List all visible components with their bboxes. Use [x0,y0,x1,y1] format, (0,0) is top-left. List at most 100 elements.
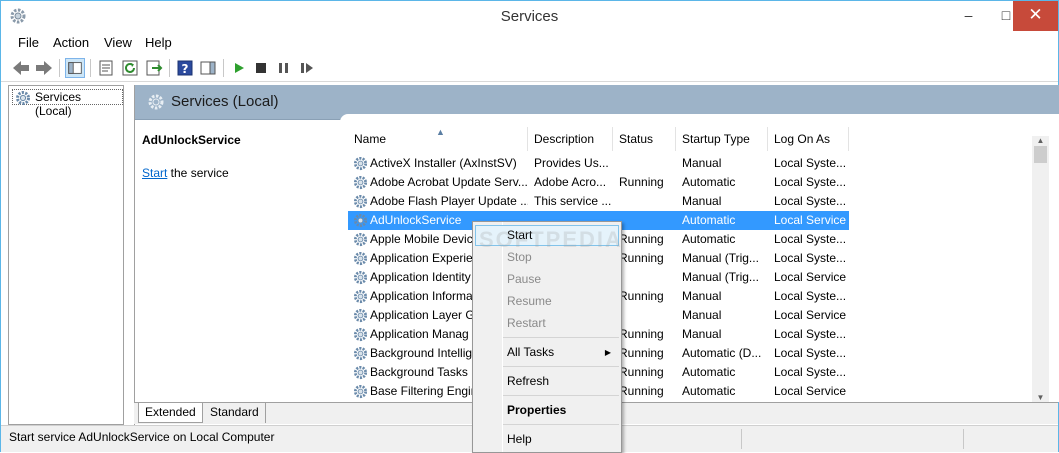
description-action: Start the service [142,166,229,180]
status-separator [741,429,742,449]
services-list: ▲ Name Description Status Startup Type L… [348,120,1059,402]
table-row[interactable]: Adobe Acrobat Update Serv... Adobe Acro..… [348,173,849,192]
vertical-scrollbar[interactable]: ▲ ▼ [1032,136,1049,402]
toolbar: ? [1,54,1058,82]
menu-view[interactable]: View [104,35,132,50]
submenu-arrow-icon: ▶ [604,348,611,357]
start-service-link[interactable]: Start [142,166,167,180]
service-gear-icon [353,156,368,171]
service-description-cell: Adobe Acro... [534,175,607,189]
action-pane-icon[interactable] [198,58,218,78]
service-status-cell: Running [619,346,664,360]
restart-icon[interactable] [297,58,317,78]
back-icon[interactable] [11,58,31,78]
column-header-startup-type[interactable]: Startup Type [676,127,768,151]
service-logon-cell: Local Service [774,270,847,284]
table-row[interactable]: ActiveX Installer (AxInstSV) Provides Us.… [348,154,849,173]
export-list-icon[interactable] [144,58,164,78]
service-logon-cell: Local Service [774,308,847,322]
selected-service-name: AdUnlockService [142,133,241,147]
service-description-cell: Provides Us... [534,156,609,170]
service-status-cell: Running [619,289,664,303]
service-status-cell: Running [619,232,664,246]
menu-bar: File Action View Help [1,32,1058,54]
service-startup-cell: Automatic [682,175,736,189]
context-menu-separator [503,395,619,396]
service-startup-cell: Manual [682,156,722,170]
services-window: Services – □ ✕ File Action View Help ? S… [0,0,1059,453]
service-gear-icon [353,384,368,399]
context-menu-resume[interactable]: Resume [475,291,619,312]
service-startup-cell: Automatic [682,232,736,246]
tree-item-services-local[interactable]: Services (Local) [12,89,123,118]
close-button[interactable]: ✕ [1013,1,1058,31]
column-header-description[interactable]: Description [528,127,613,151]
minimize-button[interactable]: – [946,1,991,31]
column-header-log-on-as[interactable]: Log On As [768,127,849,151]
forward-icon[interactable] [34,58,54,78]
service-logon-cell: Local Syste... [774,365,847,379]
scroll-down-icon[interactable]: ▼ [1032,393,1049,402]
pause-icon[interactable] [274,58,294,78]
service-startup-cell: Automatic (D... [682,346,762,360]
tab-extended[interactable]: Extended [138,403,203,423]
context-menu-separator [503,366,619,367]
service-gear-icon [353,251,368,266]
context-menu-all-tasks[interactable]: All Tasks ▶ [475,342,619,363]
scroll-up-icon[interactable]: ▲ [1032,136,1049,145]
context-menu-help[interactable]: Help [475,429,619,450]
service-startup-cell: Automatic [682,213,736,227]
service-gear-icon [353,308,368,323]
service-logon-cell: Local Service [774,384,847,398]
service-startup-cell: Manual [682,194,722,208]
description-pane: AdUnlockService Start the service [135,120,345,402]
service-logon-cell: Local Syste... [774,251,847,265]
service-status-cell: Running [619,251,664,265]
scroll-thumb[interactable] [1034,146,1047,163]
tab-standard[interactable]: Standard [204,403,266,423]
context-menu-restart[interactable]: Restart [475,313,619,334]
tree-item-label: Services (Local) [35,90,82,118]
service-status-cell: Running [619,175,664,189]
service-logon-cell: Local Syste... [774,346,847,360]
service-logon-cell: Local Syste... [774,175,847,189]
service-logon-cell: Local Syste... [774,156,847,170]
context-menu-properties[interactable]: Properties [475,400,619,421]
context-menu-separator [503,424,619,425]
service-status-cell: Running [619,365,664,379]
service-logon-cell: Local Syste... [774,327,847,341]
start-icon[interactable] [229,58,249,78]
toolbar-separator [59,59,60,77]
column-header-name[interactable]: Name [348,127,528,151]
properties-icon[interactable] [96,58,116,78]
service-startup-cell: Manual [682,289,722,303]
context-menu-refresh[interactable]: Refresh [475,371,619,392]
title-bar[interactable]: Services – □ ✕ [1,1,1058,32]
stop-icon[interactable] [251,58,271,78]
window-title: Services [500,8,559,25]
service-startup-cell: Manual (Trig... [682,251,759,265]
menu-file[interactable]: File [18,35,39,50]
service-status-cell [619,268,677,287]
service-status-cell [619,211,677,230]
menu-help[interactable]: Help [145,35,172,50]
status-text: Start service AdUnlockService on Local C… [9,430,275,444]
help-icon[interactable]: ? [175,58,195,78]
context-menu-pause[interactable]: Pause [475,269,619,290]
menu-action[interactable]: Action [53,35,89,50]
service-startup-cell: Automatic [682,365,736,379]
refresh-icon[interactable] [120,58,140,78]
service-status-cell [619,306,677,325]
context-menu-separator [503,337,619,338]
table-row[interactable]: Adobe Flash Player Update ... This servic… [348,192,849,211]
show-hide-console-tree-icon[interactable] [65,58,85,78]
service-status-cell: Running [619,327,664,341]
service-description-cell: This service ... [534,194,612,208]
context-menu: Start Stop Pause Resume Restart All Task… [472,221,622,453]
start-service-text: the service [167,166,229,180]
service-logon-cell: Local Syste... [774,232,847,246]
service-startup-cell: Manual [682,327,722,341]
column-header-status[interactable]: Status [613,127,676,151]
watermark: SOFTPEDIA [479,227,623,252]
service-logon-cell: Local Syste... [774,289,847,303]
